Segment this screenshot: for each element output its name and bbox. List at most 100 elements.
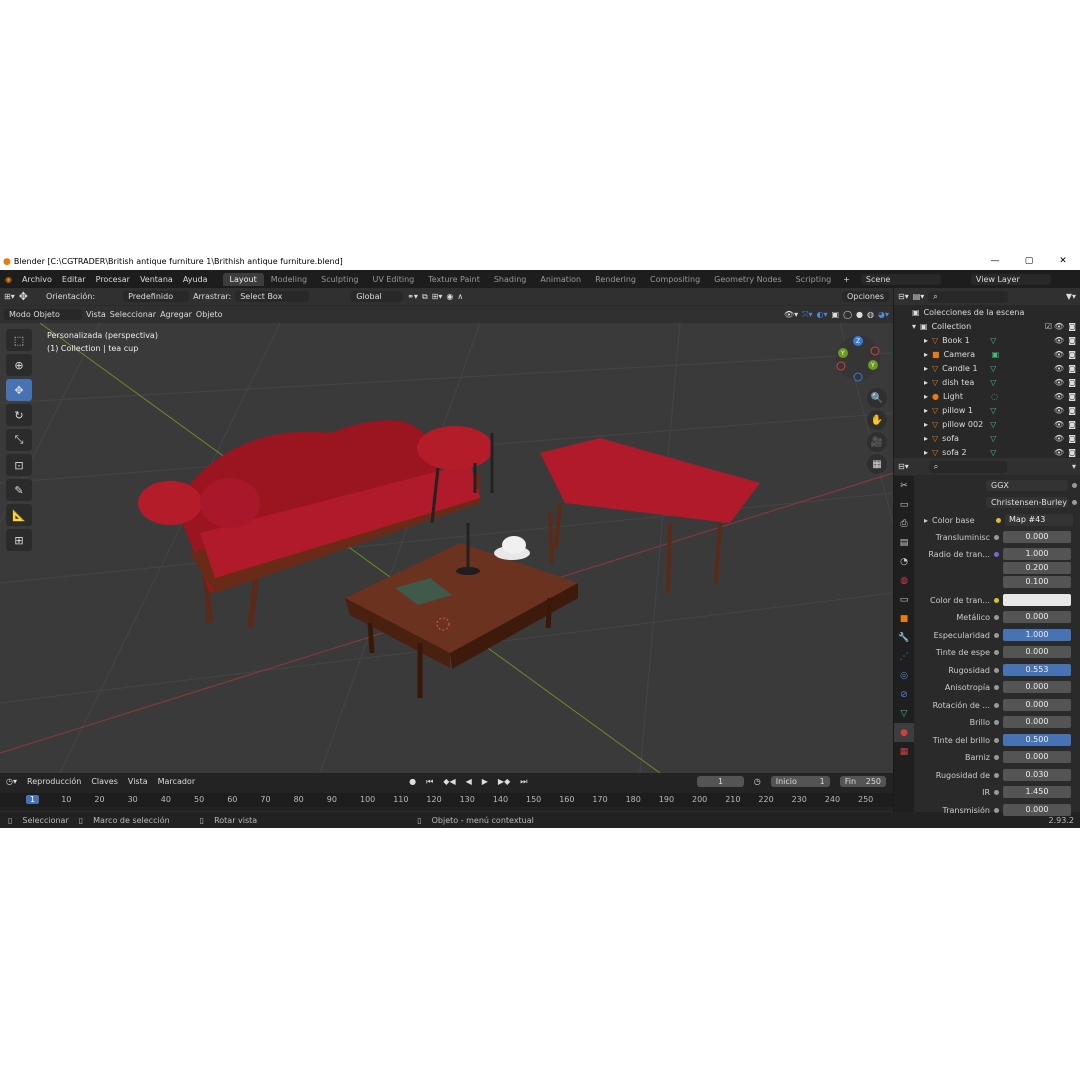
property-value-field[interactable]: 0.000: [1003, 611, 1071, 623]
exclude-checkbox[interactable]: ☑: [1045, 322, 1052, 331]
material-tab-icon[interactable]: ●: [894, 723, 914, 742]
jump-end-icon[interactable]: ⏭: [520, 777, 527, 787]
physics-tab-icon[interactable]: ◎: [894, 666, 914, 685]
menu-procesar[interactable]: Procesar: [91, 275, 135, 284]
menu-ventana[interactable]: Ventana: [135, 275, 178, 284]
object-tab-icon[interactable]: ■: [894, 609, 914, 628]
cursor-tool-icon[interactable]: ⊕: [6, 354, 32, 376]
camera-view-icon[interactable]: 🎥: [867, 432, 887, 452]
render-tab-icon[interactable]: ▭: [894, 495, 914, 514]
pivot-icon[interactable]: ⚭▾: [407, 292, 418, 301]
wireframe-shading-icon[interactable]: ◯: [843, 310, 852, 319]
menu-claves[interactable]: Claves: [91, 777, 118, 786]
render-camera-icon[interactable]: ◙: [1068, 322, 1076, 331]
tab-rendering[interactable]: Rendering: [588, 273, 643, 286]
menu-agregar[interactable]: Agregar: [160, 310, 192, 319]
particles-tab-icon[interactable]: ⋰: [894, 647, 914, 666]
menu-archivo[interactable]: Archivo: [17, 275, 57, 284]
visibility-icon[interactable]: 👁: [1054, 406, 1064, 415]
visibility-icon[interactable]: 👁: [1054, 350, 1064, 359]
play-icon[interactable]: ▶: [482, 777, 488, 786]
menu-marcador[interactable]: Marcador: [158, 777, 195, 786]
base-color-row[interactable]: ▸ Color base Map #43: [916, 513, 1080, 527]
outliner-search-input[interactable]: ⌕: [928, 290, 1009, 303]
outliner-item[interactable]: ▸ ▽ pillow 002 ▽ 👁 ◙: [894, 417, 1080, 431]
tab-texture-paint[interactable]: Texture Paint: [421, 273, 487, 286]
expand-arrow-icon[interactable]: ▸: [924, 392, 928, 401]
world-tab-icon[interactable]: ◍: [894, 571, 914, 590]
menu-editar[interactable]: Editar: [57, 275, 91, 284]
visibility-icon[interactable]: 👁: [1054, 448, 1064, 457]
editor-type-icon[interactable]: ⊞▾: [4, 292, 15, 301]
camera-data-icon[interactable]: ▣: [992, 350, 1000, 359]
next-key-icon[interactable]: ▶◆: [498, 777, 510, 786]
maximize-button[interactable]: ▢: [1012, 253, 1046, 270]
property-value-field[interactable]: 0.030: [1003, 769, 1071, 781]
property-value-field[interactable]: 0.000: [1003, 681, 1071, 693]
visibility-icon[interactable]: 👁: [1054, 392, 1064, 401]
tab-sculpting[interactable]: Sculpting: [314, 273, 365, 286]
prev-key-icon[interactable]: ◆◀: [443, 777, 455, 786]
gizmo-icon[interactable]: ⤧▾: [802, 310, 812, 320]
properties-search-input[interactable]: ⌕: [928, 460, 1007, 473]
3d-viewport[interactable]: Personalizada (perspectiva) (1) Collecti…: [0, 323, 893, 773]
scene-collection-row[interactable]: ▣ Colecciones de la escena: [894, 305, 1080, 319]
collection-row[interactable]: ▾ ▣ Collection ☑ 👁 ◙: [894, 319, 1080, 333]
blender-menu-icon[interactable]: ◉: [0, 275, 17, 284]
scene-tab-icon[interactable]: ◔: [894, 552, 914, 571]
perspective-grid-icon[interactable]: ▦: [867, 454, 887, 474]
visibility-icon[interactable]: 👁: [1054, 420, 1064, 429]
proportional-edit-icon[interactable]: ◉: [446, 292, 453, 301]
rendered-shading-icon[interactable]: ◕▾: [878, 310, 889, 319]
display-mode-icon[interactable]: ▤▾: [913, 292, 925, 301]
add-cube-tool-icon[interactable]: ⊞: [6, 529, 32, 551]
select-tool-icon[interactable]: ⬚: [6, 329, 32, 351]
minimize-button[interactable]: —: [978, 253, 1012, 270]
clock-icon[interactable]: ◷: [754, 777, 761, 786]
visibility-icon[interactable]: 👁: [1054, 364, 1064, 373]
xray-icon[interactable]: ▣: [832, 310, 840, 319]
visibility-icon[interactable]: 👁▾: [784, 310, 798, 319]
expand-arrow-icon[interactable]: ▸: [924, 420, 928, 429]
outliner-item[interactable]: ▸ ▽ sofa ▽ 👁 ◙: [894, 431, 1080, 445]
mesh-data-icon[interactable]: ▽: [990, 364, 996, 373]
mesh-data-icon[interactable]: ▽: [990, 420, 996, 429]
tab-modeling[interactable]: Modeling: [264, 273, 314, 286]
distribution-dropdown[interactable]: GGX: [986, 479, 1068, 491]
property-value-field[interactable]: 0.000: [1003, 716, 1071, 728]
play-reverse-icon[interactable]: ◀: [466, 777, 472, 786]
mesh-data-icon[interactable]: ▽: [990, 406, 996, 415]
outliner-item[interactable]: ▸ ● Light ◌ 👁 ◙: [894, 389, 1080, 403]
orientation-dropdown[interactable]: Predefinido: [123, 291, 190, 302]
outliner-item[interactable]: ▸ ▽ pillow 1 ▽ 👁 ◙: [894, 403, 1080, 417]
pan-hand-icon[interactable]: ✋: [867, 410, 887, 430]
overlay-icon[interactable]: ◐▾: [817, 310, 828, 319]
constraints-tab-icon[interactable]: ⊘: [894, 685, 914, 704]
outliner-item[interactable]: ▸ ▽ Candle 1 ▽ 👁 ◙: [894, 361, 1080, 375]
snap-icon[interactable]: ⧉: [422, 292, 428, 302]
menu-ayuda[interactable]: Ayuda: [178, 275, 213, 284]
expand-arrow-icon[interactable]: ▸: [924, 434, 928, 443]
tab-animation[interactable]: Animation: [533, 273, 588, 286]
property-value-field[interactable]: 0.100: [1003, 576, 1071, 588]
render-camera-icon[interactable]: ◙: [1068, 364, 1076, 373]
menu-objeto[interactable]: Objeto: [196, 310, 223, 319]
mesh-data-icon[interactable]: ▽: [990, 378, 996, 387]
render-camera-icon[interactable]: ◙: [1068, 350, 1076, 359]
mesh-data-icon[interactable]: ▽: [990, 336, 996, 345]
property-value-field[interactable]: [1003, 594, 1071, 606]
menu-vista[interactable]: Vista: [86, 310, 106, 319]
add-workspace-icon[interactable]: +: [838, 275, 855, 284]
transform-tool-icon[interactable]: ⊡: [6, 454, 32, 476]
property-value-field[interactable]: 1.000: [1003, 548, 1071, 560]
end-frame-field[interactable]: Fin 250: [839, 776, 887, 787]
current-frame-field[interactable]: 1: [697, 776, 744, 787]
light-data-icon[interactable]: ◌: [991, 392, 998, 401]
annotate-tool-icon[interactable]: ✎: [6, 479, 32, 501]
tab-scripting[interactable]: Scripting: [789, 273, 839, 286]
property-value-field[interactable]: 0.553: [1003, 664, 1071, 676]
mesh-data-icon[interactable]: ▽: [990, 434, 996, 443]
data-tab-icon[interactable]: ▽: [894, 704, 914, 723]
view-layer-tab-icon[interactable]: ▤: [894, 533, 914, 552]
tool-tab-icon[interactable]: ✂: [894, 476, 914, 495]
